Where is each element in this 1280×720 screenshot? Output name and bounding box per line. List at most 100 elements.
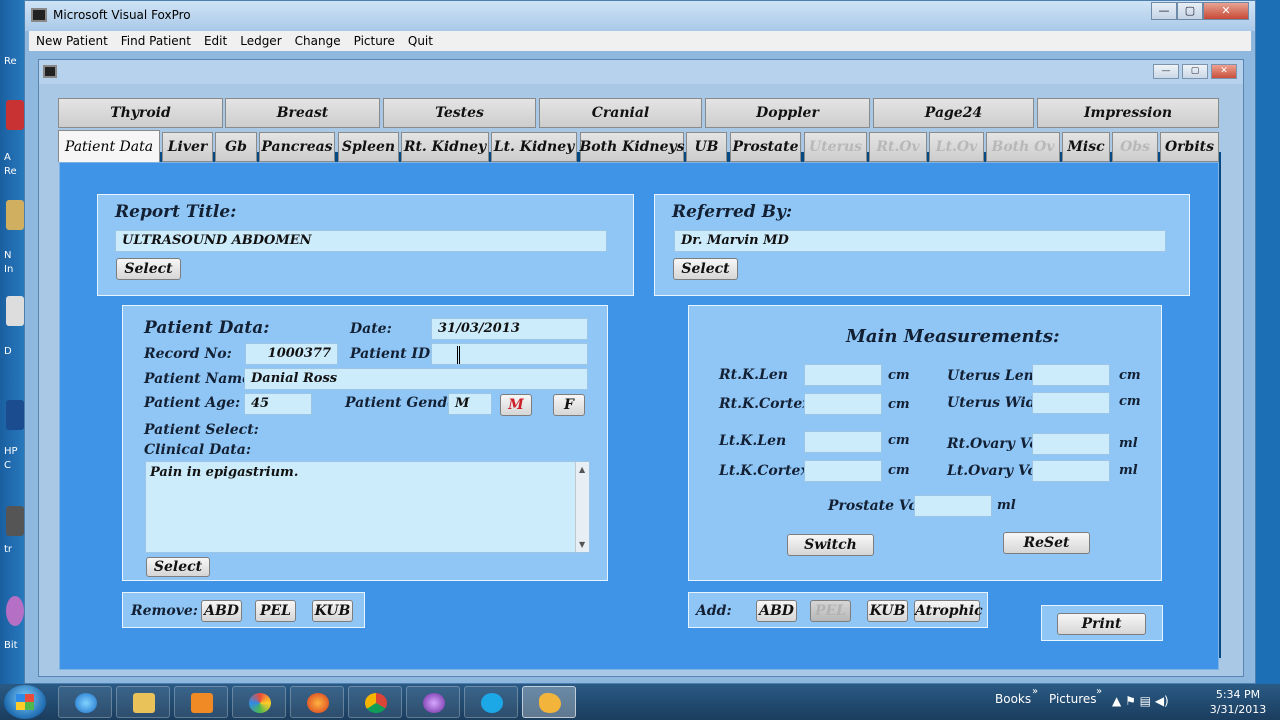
flag-icon[interactable]: ⚑ bbox=[1125, 694, 1136, 708]
desktop-icon[interactable] bbox=[6, 506, 24, 536]
tab-page24[interactable]: Page24 bbox=[873, 98, 1034, 128]
rt-k-cortex-field[interactable] bbox=[804, 393, 882, 415]
menu-new-patient[interactable]: New Patient bbox=[29, 34, 114, 48]
clinical-select-button[interactable]: Select bbox=[146, 557, 210, 577]
vertical-scrollbar[interactable]: ▲ ▼ bbox=[575, 462, 589, 552]
rt-ovary-vol-field[interactable] bbox=[1032, 433, 1110, 455]
tab-pancreas[interactable]: Pancreas bbox=[259, 132, 335, 162]
firefox-taskbar-button[interactable] bbox=[290, 686, 344, 718]
tab-uterus: Uterus bbox=[804, 132, 867, 162]
skype-taskbar-button[interactable] bbox=[464, 686, 518, 718]
desktop-icon[interactable] bbox=[6, 400, 24, 430]
menu-find-patient[interactable]: Find Patient bbox=[114, 34, 197, 48]
print-button[interactable]: Print bbox=[1057, 613, 1146, 635]
close-button[interactable]: ✕ bbox=[1203, 2, 1249, 20]
tab-both-kidneys[interactable]: Both Kidneys bbox=[579, 132, 685, 162]
form-title-bar[interactable]: — ▢ ✕ bbox=[39, 60, 1243, 84]
tab-lt-kidney[interactable]: Lt. Kidney bbox=[491, 132, 577, 162]
gender-female-button[interactable]: F bbox=[553, 394, 585, 416]
report-title-label: Report Title: bbox=[115, 202, 237, 222]
form-close-button[interactable]: ✕ bbox=[1211, 64, 1237, 79]
show-hidden-icons-icon[interactable]: ▲ bbox=[1112, 694, 1121, 708]
lt-k-len-label: Lt.K.Len bbox=[719, 433, 787, 449]
scroll-up-icon[interactable]: ▲ bbox=[579, 465, 585, 474]
tab-testes[interactable]: Testes bbox=[383, 98, 536, 128]
add-atrophic-button[interactable]: Atrophic bbox=[914, 600, 983, 622]
date-field[interactable]: 31/03/2013 bbox=[431, 318, 588, 340]
volume-icon[interactable]: ◀) bbox=[1155, 694, 1169, 708]
add-kub-button[interactable]: KUB bbox=[867, 600, 908, 622]
desktop-icon[interactable] bbox=[6, 100, 24, 130]
record-no-field[interactable]: 1000377 bbox=[245, 343, 338, 365]
paint-taskbar-button[interactable] bbox=[232, 686, 286, 718]
patient-name-field[interactable]: Danial Ross bbox=[244, 368, 588, 390]
menu-change[interactable]: Change bbox=[288, 34, 347, 48]
lt-k-len-field[interactable] bbox=[804, 431, 882, 453]
tab-thyroid[interactable]: Thyroid bbox=[58, 98, 223, 128]
tab-impression[interactable]: Impression bbox=[1037, 98, 1219, 128]
media-player-taskbar-button[interactable] bbox=[174, 686, 228, 718]
window-title: Microsoft Visual FoxPro bbox=[53, 8, 191, 22]
books-toolbar[interactable]: Books bbox=[995, 692, 1031, 706]
menu-quit[interactable]: Quit bbox=[401, 34, 439, 48]
pictures-toolbar[interactable]: Pictures bbox=[1049, 692, 1097, 706]
remove-abd-button[interactable]: ABD bbox=[201, 600, 242, 622]
uterus-width-field[interactable] bbox=[1032, 392, 1110, 414]
tab-misc[interactable]: Misc bbox=[1062, 132, 1110, 162]
referred-by-label: Referred By: bbox=[672, 202, 793, 222]
menu-ledger[interactable]: Ledger bbox=[233, 34, 287, 48]
internet-explorer-taskbar-button[interactable] bbox=[58, 686, 112, 718]
maximize-button[interactable]: ▢ bbox=[1177, 2, 1203, 20]
menu-picture[interactable]: Picture bbox=[347, 34, 401, 48]
lt-k-cortex-field[interactable] bbox=[804, 460, 882, 482]
tab-gb[interactable]: Gb bbox=[215, 132, 257, 162]
report-select-button[interactable]: Select bbox=[116, 258, 181, 280]
tab-doppler[interactable]: Doppler bbox=[705, 98, 870, 128]
patient-id-field[interactable] bbox=[431, 343, 588, 365]
desktop-icon[interactable] bbox=[6, 596, 24, 626]
reset-button[interactable]: ReSet bbox=[1003, 532, 1090, 554]
chrome-taskbar-button[interactable] bbox=[348, 686, 402, 718]
scroll-down-icon[interactable]: ▼ bbox=[579, 540, 585, 549]
tab-liver[interactable]: Liver bbox=[162, 132, 213, 162]
purple-app-taskbar-button[interactable] bbox=[406, 686, 460, 718]
form-maximize-button[interactable]: ▢ bbox=[1182, 64, 1208, 79]
rt-k-len-field[interactable] bbox=[804, 364, 882, 386]
clinical-data-textarea[interactable]: Pain in epigastrium. ▲ ▼ bbox=[145, 461, 590, 553]
patient-age-field[interactable]: 45 bbox=[244, 393, 312, 415]
lt-ovary-vol-field[interactable] bbox=[1032, 460, 1110, 482]
tab-patient-data[interactable]: Patient Data bbox=[58, 130, 160, 162]
minimize-button[interactable]: — bbox=[1151, 2, 1177, 20]
gender-male-button[interactable]: M bbox=[500, 394, 532, 416]
add-abd-button[interactable]: ABD bbox=[756, 600, 797, 622]
uterus-len-field[interactable] bbox=[1032, 364, 1110, 386]
report-title-field[interactable]: ULTRASOUND ABDOMEN bbox=[115, 230, 607, 252]
tab-ub[interactable]: UB bbox=[686, 132, 727, 162]
desktop-icon[interactable] bbox=[6, 200, 24, 230]
desktop-icon[interactable] bbox=[6, 296, 24, 326]
clock[interactable]: 5:34 PM 3/31/2013 bbox=[1200, 687, 1276, 717]
remove-kub-button[interactable]: KUB bbox=[312, 600, 353, 622]
chevron-right-icon[interactable]: » bbox=[1032, 686, 1038, 697]
tab-prostate[interactable]: Prostate bbox=[730, 132, 801, 162]
start-button[interactable] bbox=[4, 685, 46, 719]
patient-gender-field[interactable]: M bbox=[448, 393, 492, 415]
prostate-vol-field[interactable] bbox=[914, 495, 992, 517]
rt-ovary-vol-unit: ml bbox=[1119, 436, 1138, 451]
tab-orbits[interactable]: Orbits bbox=[1160, 132, 1219, 162]
foxpro-taskbar-button[interactable] bbox=[522, 686, 576, 718]
title-bar[interactable]: Microsoft Visual FoxPro — ▢ ✕ bbox=[25, 1, 1255, 31]
menu-edit[interactable]: Edit bbox=[197, 34, 233, 48]
referred-by-field[interactable]: Dr. Marvin MD bbox=[674, 230, 1166, 252]
chevron-right-icon[interactable]: » bbox=[1096, 686, 1102, 697]
tab-breast[interactable]: Breast bbox=[225, 98, 380, 128]
form-minimize-button[interactable]: — bbox=[1153, 64, 1179, 79]
file-explorer-taskbar-button[interactable] bbox=[116, 686, 170, 718]
tab-spleen[interactable]: Spleen bbox=[338, 132, 399, 162]
tab-cranial[interactable]: Cranial bbox=[539, 98, 702, 128]
network-icon[interactable]: ▤ bbox=[1140, 694, 1151, 708]
tab-rt-kidney[interactable]: Rt. Kidney bbox=[401, 132, 489, 162]
remove-pel-button[interactable]: PEL bbox=[255, 600, 296, 622]
switch-button[interactable]: Switch bbox=[787, 534, 874, 556]
referred-select-button[interactable]: Select bbox=[673, 258, 738, 280]
